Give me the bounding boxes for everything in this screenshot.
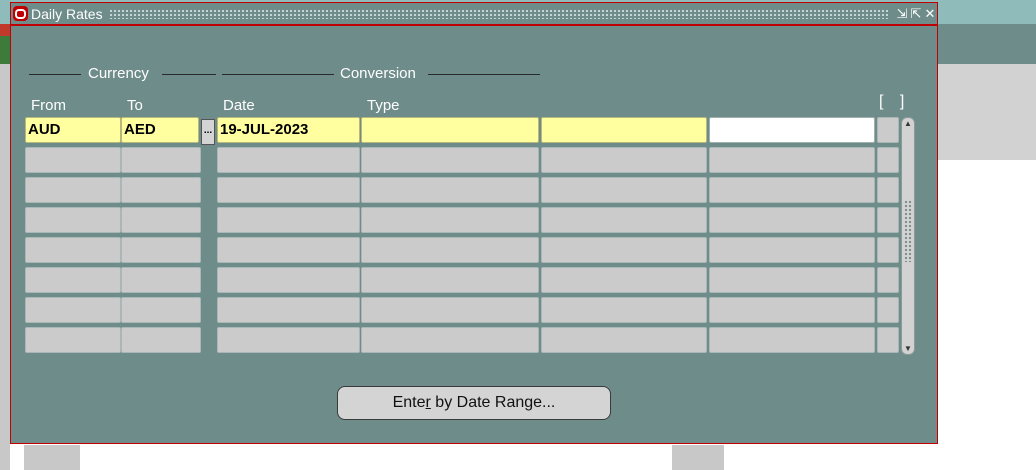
- to-field[interactable]: [121, 237, 201, 263]
- to-field[interactable]: AED: [121, 117, 199, 143]
- oracle-logo-icon: [13, 6, 28, 21]
- background-tab-left: [24, 445, 80, 470]
- record-indicator[interactable]: [877, 177, 899, 203]
- from-field[interactable]: [25, 147, 121, 173]
- scroll-up-icon[interactable]: ▲: [902, 119, 914, 128]
- from-field[interactable]: [25, 327, 121, 353]
- record-indicator[interactable]: [877, 297, 899, 323]
- date-field[interactable]: [217, 207, 360, 233]
- record-indicator[interactable]: [877, 327, 899, 353]
- inverse-rate-field[interactable]: [709, 327, 875, 353]
- daily-rates-window: Daily Rates ⇲ ⇱ ✕ Currency Conversion Fr…: [10, 2, 938, 444]
- scroll-thumb-grip[interactable]: [904, 200, 912, 262]
- inverse-rate-field[interactable]: [709, 237, 875, 263]
- conversion-group-line-right: [428, 74, 540, 75]
- titlebar-grip: [108, 8, 889, 19]
- scroll-down-icon[interactable]: ▼: [902, 344, 914, 353]
- background-red-marker: [0, 24, 10, 36]
- conversion-group-line-left: [222, 74, 334, 75]
- type-field[interactable]: [361, 177, 539, 203]
- currency-group-label: Currency: [88, 65, 149, 82]
- column-header-to: To: [127, 97, 143, 114]
- list-of-values-button[interactable]: ...: [201, 119, 215, 145]
- inverse-rate-field[interactable]: [709, 207, 875, 233]
- to-field[interactable]: [121, 267, 201, 293]
- rate-field[interactable]: [541, 267, 707, 293]
- vertical-scrollbar[interactable]: ▲ ▼: [901, 117, 915, 355]
- rate-field[interactable]: [541, 237, 707, 263]
- inverse-rate-field[interactable]: [709, 267, 875, 293]
- record-indicator[interactable]: [877, 237, 899, 263]
- column-header-type: Type: [367, 97, 400, 114]
- currency-group-line-left: [29, 74, 81, 75]
- inverse-rate-field[interactable]: [709, 117, 875, 143]
- background-panel: [938, 64, 1036, 160]
- background-left-edge: [0, 24, 10, 470]
- date-field[interactable]: [217, 327, 360, 353]
- from-field[interactable]: AUD: [25, 117, 121, 143]
- date-field[interactable]: [217, 267, 360, 293]
- date-field[interactable]: 19-JUL-2023: [217, 117, 360, 143]
- to-field[interactable]: [121, 297, 201, 323]
- window-title: Daily Rates: [31, 5, 103, 22]
- inverse-rate-field[interactable]: [709, 297, 875, 323]
- date-range-label-prefix: Ente: [392, 394, 426, 411]
- column-header-date: Date: [223, 97, 255, 114]
- from-field[interactable]: [25, 237, 121, 263]
- column-header-from: From: [31, 97, 66, 114]
- window-titlebar[interactable]: Daily Rates ⇲ ⇱ ✕: [11, 3, 937, 26]
- type-field[interactable]: [361, 207, 539, 233]
- from-field[interactable]: [25, 207, 121, 233]
- close-icon[interactable]: ✕: [923, 6, 937, 21]
- enter-by-date-range-button[interactable]: Enter by Date Range...: [337, 386, 611, 420]
- descriptive-flexfield-icon[interactable]: [ ]: [879, 93, 910, 111]
- record-indicator[interactable]: [877, 207, 899, 233]
- rate-field[interactable]: [541, 297, 707, 323]
- record-indicator[interactable]: [877, 147, 899, 173]
- from-field[interactable]: [25, 177, 121, 203]
- type-field[interactable]: [361, 147, 539, 173]
- rate-field[interactable]: [541, 177, 707, 203]
- type-field[interactable]: [361, 327, 539, 353]
- type-field[interactable]: [361, 237, 539, 263]
- record-indicator[interactable]: [877, 267, 899, 293]
- from-field[interactable]: [25, 297, 121, 323]
- date-field[interactable]: [217, 237, 360, 263]
- conversion-group-label: Conversion: [340, 65, 416, 82]
- date-range-label-suffix: by Date Range...: [430, 394, 556, 411]
- date-field[interactable]: [217, 147, 360, 173]
- from-field[interactable]: [25, 267, 121, 293]
- type-field[interactable]: [361, 267, 539, 293]
- date-field[interactable]: [217, 297, 360, 323]
- to-field[interactable]: [121, 177, 201, 203]
- inverse-rate-field[interactable]: [709, 147, 875, 173]
- to-field[interactable]: [121, 207, 201, 233]
- type-field[interactable]: [361, 297, 539, 323]
- background-tab-right: [672, 445, 724, 470]
- rate-field[interactable]: [541, 147, 707, 173]
- currency-group-line-right: [162, 74, 216, 75]
- minimize-icon[interactable]: ⇲: [895, 6, 909, 21]
- to-field[interactable]: [121, 147, 201, 173]
- rate-field[interactable]: [541, 207, 707, 233]
- rate-field[interactable]: [541, 117, 707, 143]
- rate-field[interactable]: [541, 327, 707, 353]
- to-field[interactable]: [121, 327, 201, 353]
- inverse-rate-field[interactable]: [709, 177, 875, 203]
- maximize-icon[interactable]: ⇱: [909, 6, 923, 21]
- record-indicator[interactable]: [877, 117, 899, 143]
- background-green-marker: [0, 36, 10, 64]
- type-field[interactable]: [361, 117, 539, 143]
- date-field[interactable]: [217, 177, 360, 203]
